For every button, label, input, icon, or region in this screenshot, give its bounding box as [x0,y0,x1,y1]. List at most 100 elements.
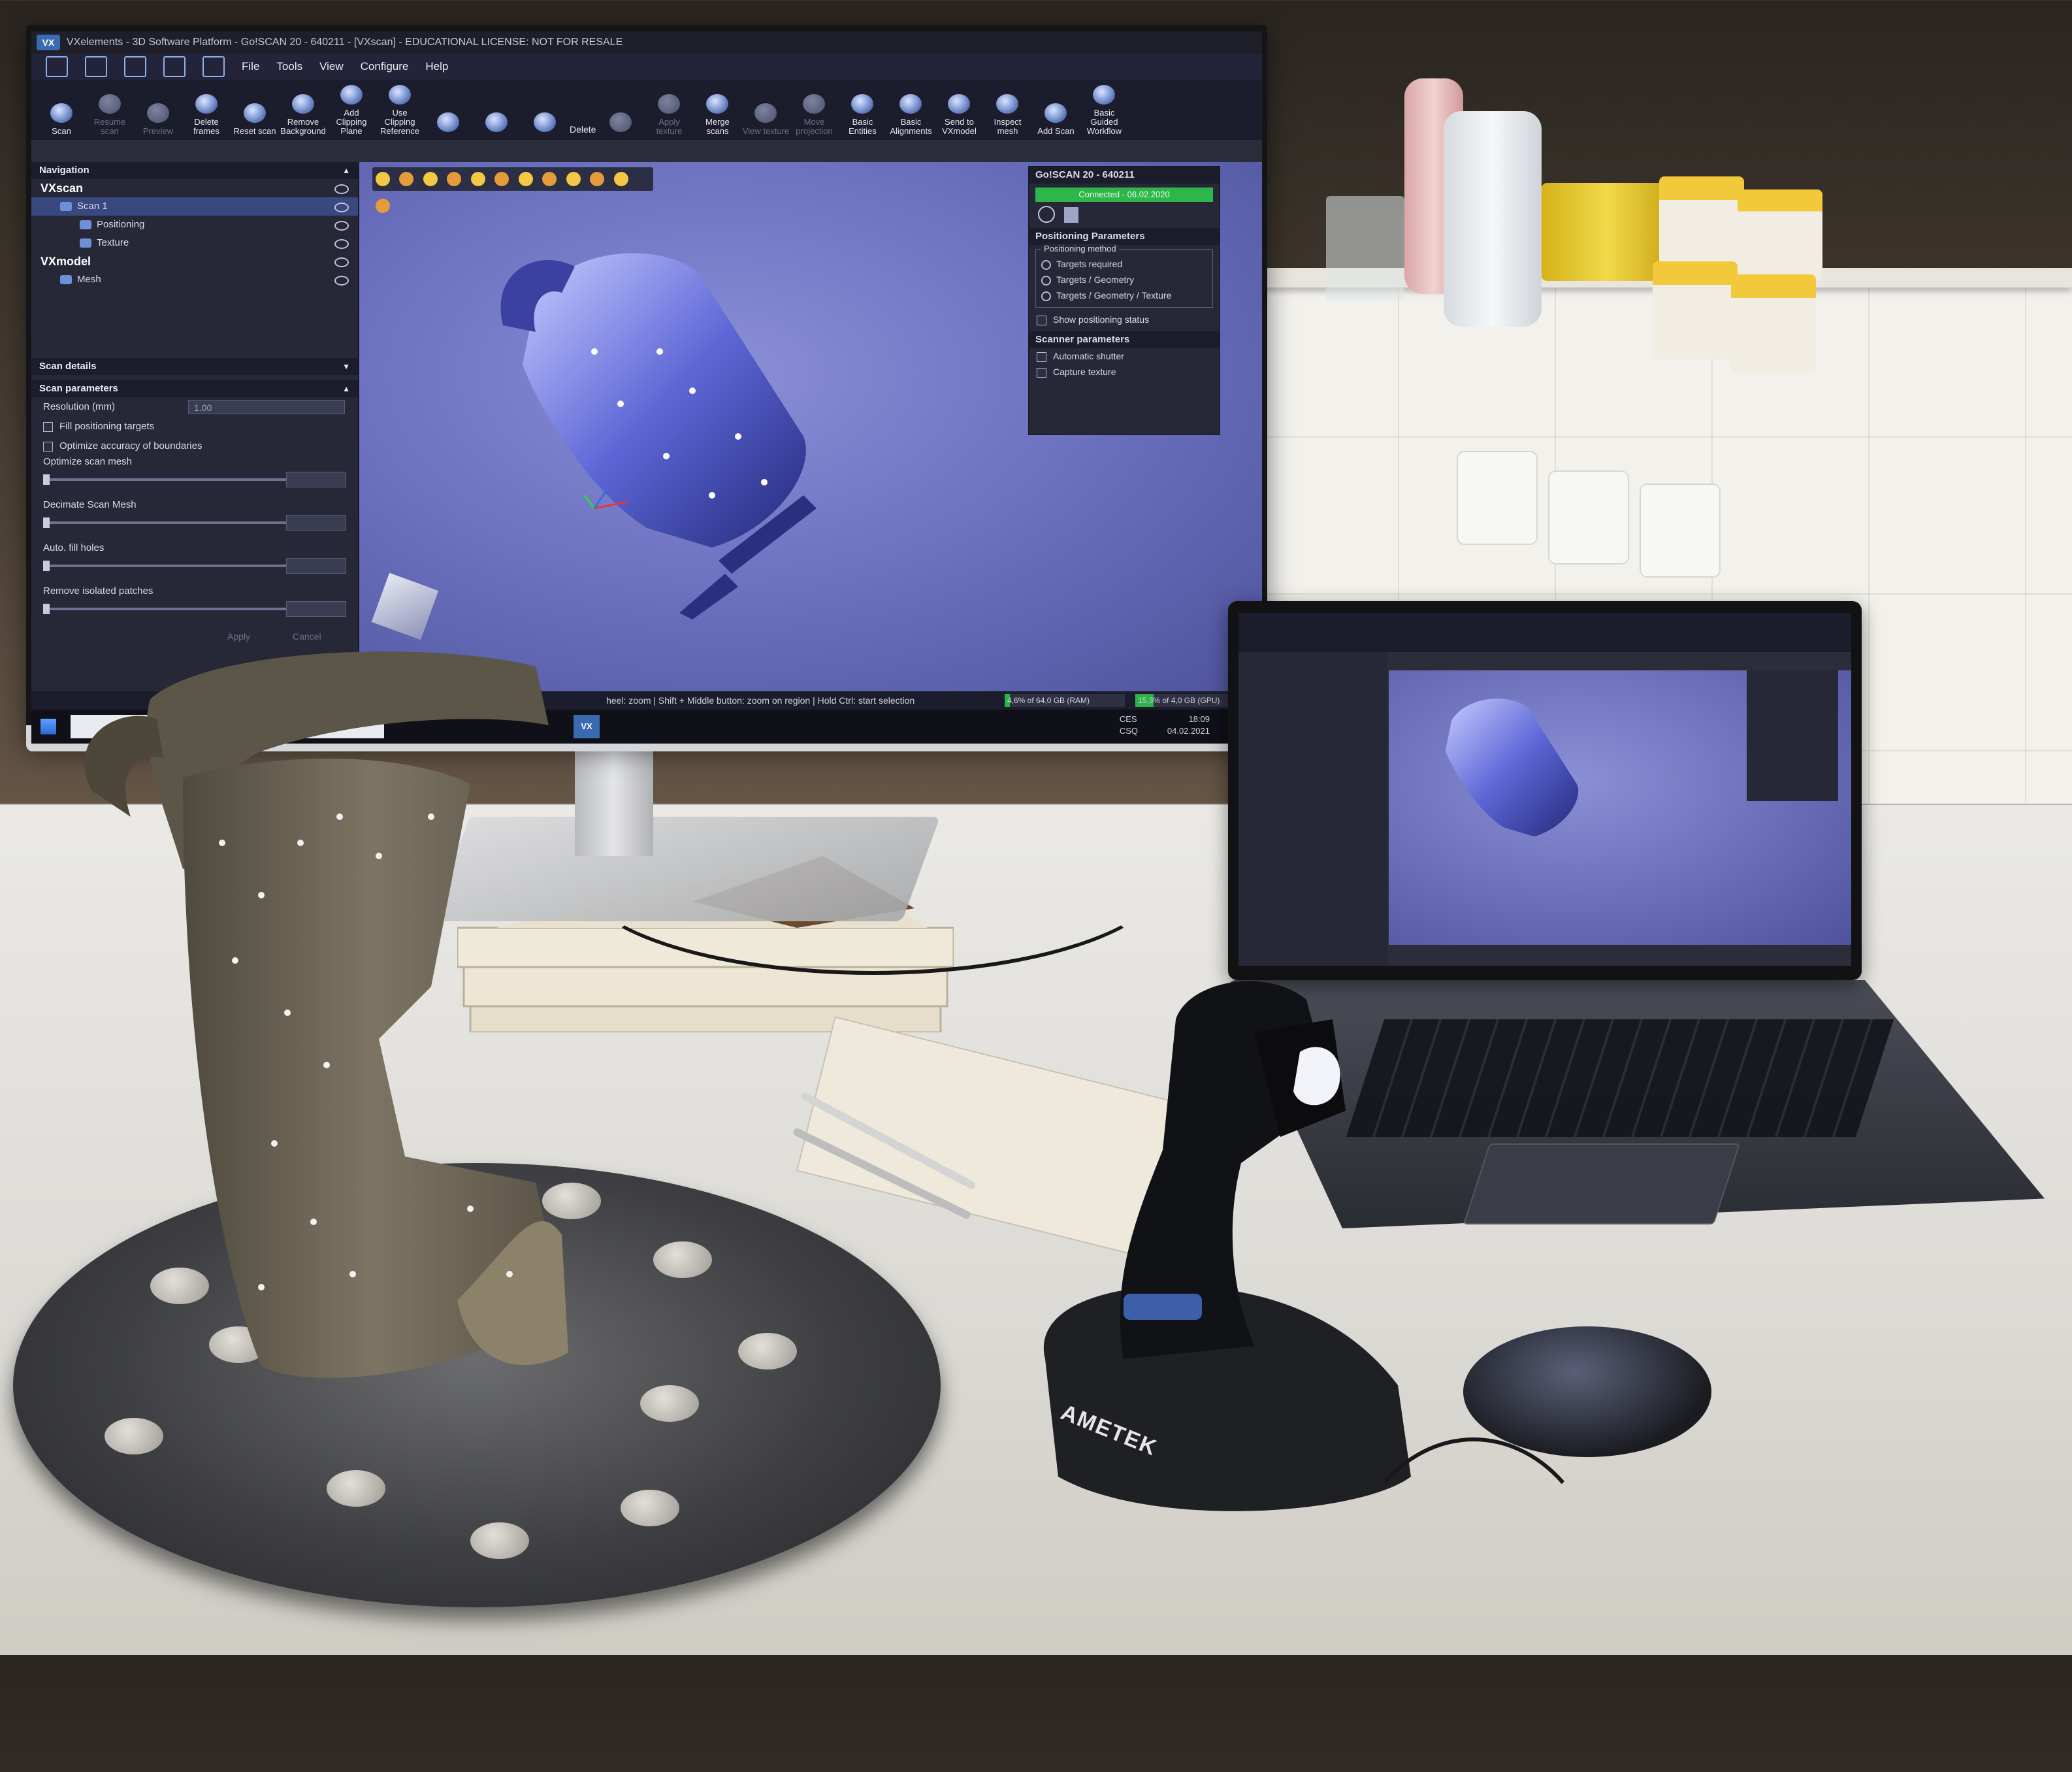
collapse-icon[interactable]: ▲ [342,380,350,397]
toolbar-button[interactable] [521,112,568,136]
radio-button[interactable] [1041,259,1051,270]
toolbar-tool-icon [389,85,411,105]
view-tool-icon[interactable] [423,172,438,186]
fill-targets-checkbox[interactable] [43,421,53,432]
slider-label: Decimate Scan Mesh [43,499,137,510]
capture-texture-row[interactable]: Capture texture [1029,364,1220,380]
toolbar-button[interactable]: Resume scan [86,94,133,136]
collapse-icon[interactable]: ▲ [342,162,350,179]
visibility-eye-icon[interactable] [334,184,349,194]
collapse-icon[interactable]: ▼ [342,358,350,375]
view-tool-icon[interactable] [447,172,462,186]
toolbar-button[interactable]: Merge scans [694,94,741,136]
toolbar-button[interactable]: Add Clipping Plane [328,85,375,136]
view-tool-icon[interactable] [542,172,557,186]
nav-tree-item[interactable]: Scan 1 [31,197,358,216]
menu-help[interactable]: Help [425,60,448,73]
cancel-button[interactable]: Cancel [293,631,321,642]
slider-track[interactable] [43,474,286,485]
view-tool-icon[interactable] [470,172,485,186]
toolbar-button[interactable] [473,112,520,136]
slider-handle[interactable] [43,517,50,528]
slider-value-input[interactable] [286,601,346,617]
toolbar-button[interactable]: Use Clipping Reference [376,85,423,136]
target-icon[interactable] [1038,206,1055,223]
toolbar-button[interactable]: View texture [742,103,789,136]
keyboard-language[interactable]: CES CSQ [1120,714,1138,737]
automatic-shutter-checkbox[interactable] [1037,352,1046,362]
nav-tree-item[interactable]: Mesh [31,271,358,289]
radio-button[interactable] [1041,291,1051,301]
automatic-shutter-row[interactable]: Automatic shutter [1029,348,1220,364]
slider-track[interactable] [43,604,286,614]
radio-button[interactable] [1041,275,1051,286]
view-tool-icon[interactable] [518,172,533,186]
slider-track[interactable] [43,517,286,528]
slider-value-input[interactable] [286,472,346,487]
show-status-checkbox[interactable] [1037,315,1046,325]
view-tool-icon[interactable] [590,172,605,186]
apply-button[interactable]: Apply [227,631,250,642]
system-clock[interactable]: 18:09 04.02.2021 [1167,714,1210,737]
toolbar-button[interactable]: Move projection [790,94,837,136]
view-tool-icon[interactable] [376,172,390,186]
toolbar-button[interactable]: Basic Entities [839,94,886,136]
toolbar-button[interactable]: Reset scan [231,103,278,136]
method-radio-targets-geometry-texture[interactable]: Targets / Geometry / Texture [1041,287,1207,303]
home-icon[interactable] [46,56,68,77]
view-tool-icon[interactable] [566,172,581,186]
nav-tree-item[interactable]: VXmodel [31,252,358,271]
toolbar-button[interactable]: Inspect mesh [984,94,1031,136]
slider-handle[interactable] [43,604,50,614]
slider-track[interactable] [43,561,286,571]
save-icon[interactable] [124,56,146,77]
toolbar-button[interactable]: Basic Alignments [887,94,934,136]
toolbar-button[interactable]: Send to VXmodel [935,94,982,136]
show-positioning-status-row[interactable]: Show positioning status [1029,312,1220,327]
visibility-eye-icon[interactable] [334,257,349,267]
start-icon[interactable] [40,719,56,734]
nav-tree-item[interactable]: VXscan [31,179,358,197]
slider-value-input[interactable] [286,558,346,574]
resolution-input[interactable]: 1.00 [188,400,345,414]
copy-icon[interactable] [163,56,186,77]
nav-tree-item[interactable]: Positioning [31,216,358,234]
toolbar-button[interactable]: Delete frames [183,94,230,136]
toolbar-button[interactable]: Add Scan [1032,103,1079,136]
view-tool-icon[interactable] [399,172,414,186]
toolbar-button[interactable]: Apply texture [645,94,692,136]
method-radio-targets-required[interactable]: Targets required [1041,256,1207,272]
slider-handle[interactable] [43,561,50,571]
menu-file[interactable]: File [242,60,259,73]
toolbar-button[interactable]: Preview [135,103,182,136]
optimize-boundaries-checkbox[interactable] [43,441,53,451]
toolbar-button[interactable] [425,112,472,136]
toolbar-button[interactable]: Basic Guided Workflow [1080,85,1127,136]
capture-texture-checkbox[interactable] [1037,367,1046,378]
toolbar-button[interactable]: Scan [38,103,85,136]
fill-targets-row[interactable]: Fill positioning targets [31,417,358,436]
radio-label: Targets required [1056,259,1123,269]
method-radio-targets-geometry[interactable]: Targets / Geometry [1041,272,1207,287]
menu-configure[interactable]: Configure [361,60,409,73]
slider-handle[interactable] [43,474,50,485]
orientation-cube-icon[interactable] [371,572,439,640]
visibility-eye-icon[interactable] [334,276,349,286]
visibility-eye-icon[interactable] [334,239,349,249]
menu-view[interactable]: View [319,60,344,73]
optimize-boundaries-row[interactable]: Optimize accuracy of boundaries [31,436,358,456]
visibility-eye-icon[interactable] [334,221,349,231]
view-tool-icon[interactable] [376,199,390,213]
toolbar-button[interactable]: Remove Background [280,94,327,136]
device-icon[interactable] [1063,207,1078,223]
slider-value-input[interactable] [286,515,346,531]
visibility-eye-icon[interactable] [334,203,349,212]
view-tool-icon[interactable] [494,172,510,186]
new-file-icon[interactable] [85,56,107,77]
delete-group-label: Delete [570,124,596,135]
paste-icon[interactable] [202,56,225,77]
toolbar-button[interactable] [597,112,644,136]
menu-tools[interactable]: Tools [276,60,302,73]
nav-tree-item[interactable]: Texture [31,234,358,252]
view-tool-icon[interactable] [613,172,628,186]
